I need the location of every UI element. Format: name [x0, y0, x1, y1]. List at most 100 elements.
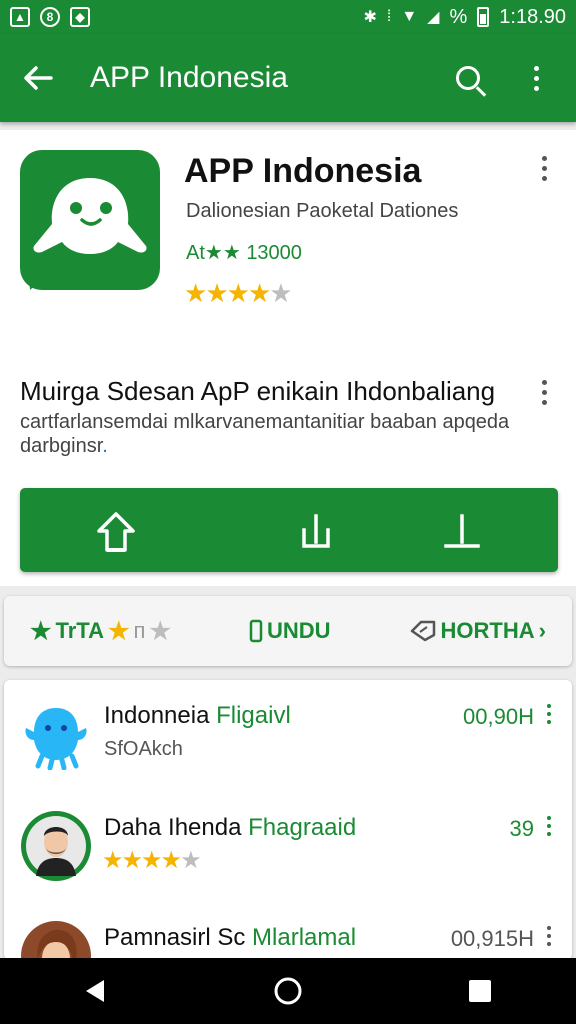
star-filled-icon: ★: [108, 617, 130, 645]
description-text: cartfarlansemdai mlkarvanemantanitiar ba…: [20, 410, 520, 458]
bluetooth-icon: ✱: [363, 9, 377, 26]
list-item-rating: ★★★★★: [102, 846, 202, 875]
status-notifications: ▲ 8 ◆: [10, 7, 90, 27]
tabs-bar: ★ TrTA ★ п ★ UNDU HORTHA ›: [4, 596, 572, 666]
description-tail: .: [102, 435, 108, 457]
home-upload-icon: [97, 512, 135, 552]
tab-rating[interactable]: ★ TrTA ★ п ★: [30, 617, 171, 646]
clock: 1:18.90: [499, 5, 566, 28]
list-item-title: Pamnasirl Sc Mlarlamal: [104, 924, 356, 952]
description-title: Muirga Sdesan ApP enikain Ihdonbaliang: [20, 376, 496, 406]
list-item-title-accent: Mlarlamal: [252, 924, 357, 951]
app-more-button[interactable]: [530, 156, 558, 190]
battery-percent: %: [449, 5, 468, 28]
list-item-value: 39: [509, 816, 534, 841]
home-action-button[interactable]: [92, 508, 140, 556]
list-item-more-button[interactable]: [542, 926, 556, 952]
tab-rating-label: TrTA: [55, 618, 104, 643]
signal-icon: ◢: [427, 9, 440, 26]
search-button[interactable]: [444, 54, 492, 102]
list-item-value: 00,90H: [463, 704, 534, 729]
star-filled-icon: ★: [184, 278, 207, 308]
list-item-subtitle: SfOAkch: [104, 738, 183, 760]
star-empty-icon: ★: [180, 847, 201, 874]
back-triangle-icon: [86, 980, 104, 1002]
star-filled-icon: ★: [226, 278, 250, 308]
home-circle-icon: [274, 977, 302, 1005]
man-avatar-icon: [21, 811, 91, 881]
blue-creature-icon: [25, 708, 87, 770]
more-vert-icon: [541, 156, 547, 190]
chevron-right-icon: ›: [538, 618, 546, 643]
tab-undu-label: UNDU: [266, 618, 331, 643]
battery-icon: [477, 7, 490, 27]
list-item-title-main: Daha Ihenda: [104, 814, 242, 841]
nav-back-button[interactable]: [66, 961, 126, 1021]
download-icon: [302, 514, 330, 548]
list-item-title: Daha Ihenda Fhagraaid: [104, 814, 356, 842]
list-item-title-main: Indonneia: [104, 702, 210, 729]
list-item[interactable]: Indonneia Fligaivl SfOAkch 00,90H: [4, 684, 572, 794]
install-icon: [444, 514, 480, 548]
woman-avatar-icon: [21, 921, 91, 960]
star-filled-icon: ★: [102, 847, 123, 874]
download-action-button[interactable]: [292, 508, 340, 556]
more-vert-icon: [541, 380, 547, 410]
action-bar: [20, 488, 558, 572]
search-icon: [456, 66, 480, 90]
list-item[interactable]: Pamnasirl Sc Mlarlamal 00,915H: [4, 906, 572, 960]
list-item-title-accent: Fhagraaid: [248, 814, 357, 841]
more-vert-icon: [547, 704, 551, 730]
star-filled-icon: ★: [160, 847, 182, 874]
lock-notification-icon: 8: [40, 7, 60, 27]
description-more-button[interactable]: [530, 380, 558, 410]
list-item[interactable]: Daha Ihenda Fhagraaid ★★★★★ 39: [4, 796, 572, 906]
app-bar-title: APP Indonesia: [90, 61, 288, 94]
app-detail-card: APP Indonesia Dalionesian Paoketal Datio…: [0, 130, 576, 586]
tab-hortha[interactable]: HORTHA ›: [409, 618, 546, 644]
star-green-icon: ★: [30, 617, 52, 645]
star-filled-icon: ★: [141, 847, 162, 874]
app-bar: APP Indonesia: [0, 34, 576, 122]
system-nav-bar: [0, 958, 576, 1024]
star-filled-icon: ★: [247, 278, 271, 308]
arrow-back-icon: [24, 66, 53, 90]
status-bar: ▲ 8 ◆ ✱ ⁞ ▼ ◢ % 1:18.90: [0, 0, 576, 34]
install-action-button[interactable]: [438, 508, 486, 556]
developer-name[interactable]: Dalionesian Paoketal Dationes: [186, 200, 458, 223]
list-item-title: Indonneia Fligaivl: [104, 702, 291, 730]
wifi-icon: ▼: [401, 8, 418, 25]
list-item-more-button[interactable]: [542, 816, 556, 842]
list-item-title-main: Pamnasirl Sc: [104, 924, 246, 951]
download-count: At★★ 13000: [186, 242, 302, 264]
description-body: cartfarlansemdai mlkarvanemantanitiar ba…: [20, 411, 510, 457]
app-name: APP Indonesia: [184, 152, 422, 190]
more-vert-icon: [547, 816, 551, 842]
star-filled-icon: ★: [121, 847, 143, 874]
tag-icon: [410, 620, 435, 642]
app-logo: [20, 150, 160, 290]
tab-rating-suffix: п: [133, 618, 146, 643]
star-empty-icon: ★: [149, 617, 171, 645]
list-item-title-accent: Fligaivl: [216, 702, 291, 729]
tab-undu[interactable]: UNDU: [249, 618, 331, 644]
star-empty-icon: ★: [269, 278, 292, 308]
list-item-more-button[interactable]: [542, 704, 556, 730]
app-notification-icon: ◆: [70, 7, 90, 27]
vibrate-icon: ⁞: [386, 8, 392, 25]
nav-home-button[interactable]: [258, 961, 318, 1021]
tab-hortha-label: HORTHA: [440, 618, 535, 643]
rating-stars: ★★★★★: [184, 278, 293, 309]
more-vert-icon: [533, 65, 539, 91]
star-filled-icon: ★: [205, 278, 228, 308]
related-apps-list: Indonneia Fligaivl SfOAkch 00,90H Daha I…: [4, 680, 572, 960]
back-button[interactable]: [16, 56, 60, 100]
more-options-button[interactable]: [512, 54, 560, 102]
nav-recents-button[interactable]: [450, 961, 510, 1021]
list-item-value: 00,915H: [450, 926, 534, 951]
recents-square-icon: [469, 980, 491, 1002]
more-vert-icon: [547, 926, 551, 952]
image-notification-icon: ▲: [10, 7, 30, 27]
status-system: ✱ ⁞ ▼ ◢ % 1:18.90: [363, 6, 566, 29]
phone-icon: [249, 619, 263, 643]
